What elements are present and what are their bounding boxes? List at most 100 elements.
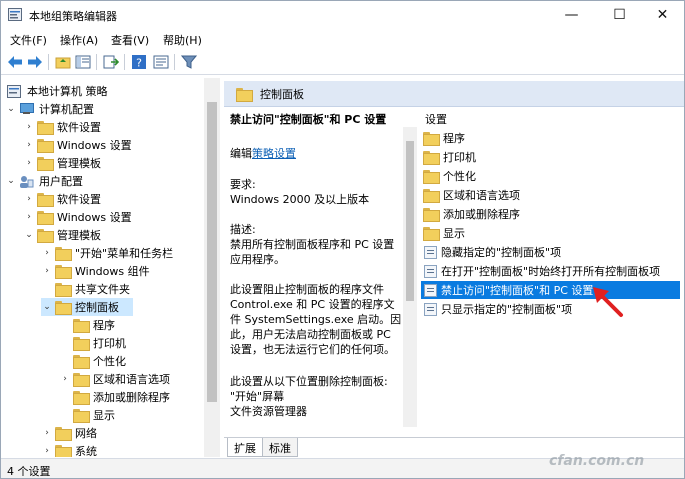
policy-prohibit-control-panel[interactable]: 禁止访问"控制面板"和 PC 设置 [421,281,680,299]
show-hide-tree-button[interactable] [73,52,93,72]
policy-editor-app-icon [8,8,22,21]
tree-item-control-panel[interactable]: ⌄ 控制面板 [41,298,133,316]
minimize-button[interactable]: — [549,1,594,29]
tree-label: 网络 [75,427,97,440]
expand-arrow-icon[interactable]: › [41,266,53,276]
tree-item-software-settings[interactable]: › 软件设置 [23,190,101,208]
tree-item-personalization[interactable]: 个性化 [59,352,126,370]
folder-icon [423,170,440,184]
tree-item-printers[interactable]: 打印机 [59,334,126,352]
settings-folder-personalization[interactable]: 个性化 [421,167,680,185]
expand-arrow-icon[interactable]: › [41,248,53,258]
settings-folder-add-remove[interactable]: 添加或删除程序 [421,205,680,223]
filter-button[interactable] [179,52,199,72]
collapse-arrow-icon[interactable]: ⌄ [41,302,53,312]
tree-item-computer-config[interactable]: ⌄ 计算机配置 [5,100,94,118]
computer-icon [19,102,35,116]
edit-policy-line: 编辑策略设置 [230,147,296,161]
folder-icon [37,120,54,135]
forward-button[interactable] [25,52,45,72]
expand-arrow-icon[interactable]: › [41,428,53,438]
tree-scrollbar[interactable] [204,78,220,457]
setting-label: 程序 [443,132,465,145]
tree-item-windows-settings[interactable]: › Windows 设置 [23,136,132,154]
menu-help[interactable]: 帮助(H) [163,32,202,48]
help-icon: ? [132,55,146,70]
expand-arrow-icon[interactable]: › [23,158,35,168]
policy-hide-specified-items[interactable]: 隐藏指定的"控制面板"项 [421,243,680,261]
tree-item-windows-components[interactable]: › Windows 组件 [41,262,150,280]
expand-arrow-icon[interactable]: › [23,212,35,222]
export-list-button[interactable] [101,52,121,72]
menu-action[interactable]: 操作(A) [60,32,98,48]
tree-label: 软件设置 [57,193,101,206]
menu-file[interactable]: 文件(F) [10,32,47,48]
expand-arrow-icon[interactable]: › [23,140,35,150]
up-level-button[interactable] [53,52,73,72]
tree-item-user-config[interactable]: ⌄ 用户配置 [5,172,83,190]
red-annotation-arrow-icon [593,287,623,317]
tree-label: 管理模板 [57,157,101,170]
tree-item-windows-settings[interactable]: › Windows 设置 [23,208,132,226]
tree-label: Windows 设置 [57,211,132,224]
tree-label: 打印机 [93,337,126,350]
expand-arrow-icon[interactable]: › [41,446,53,456]
show-hide-tree-icon [75,55,91,69]
tree-scrollbar-thumb[interactable] [207,102,217,402]
tree-label: 区域和语言选项 [93,373,170,386]
collapse-arrow-icon[interactable]: ⌄ [5,104,17,114]
policy-always-open-all-items[interactable]: 在打开"控制面板"时始终打开所有控制面板项 [421,262,680,280]
expand-arrow-icon[interactable]: › [23,122,35,132]
expand-arrow-icon[interactable]: › [59,374,71,384]
folder-icon [37,138,54,153]
policy-show-only-specified-items[interactable]: 只显示指定的"控制面板"项 [421,300,680,318]
tree-item-start-menu[interactable]: › "开始"菜单和任务栏 [41,244,173,262]
description-scrollbar[interactable] [403,127,417,427]
setting-label: 区域和语言选项 [443,189,520,202]
tree-item-admin-templates[interactable]: ⌄ 管理模板 [23,226,101,244]
folder-icon [73,372,90,387]
settings-folder-programs[interactable]: 程序 [421,129,680,147]
expand-arrow-icon[interactable]: › [23,194,35,204]
tab-standard[interactable]: 标准 [262,438,298,457]
collapse-arrow-icon[interactable]: ⌄ [5,176,17,186]
tree-item-system[interactable]: › 系统 [41,442,97,457]
edit-policy-link[interactable]: 策略设置 [252,147,296,160]
back-button[interactable] [5,52,25,72]
tree-item-admin-templates[interactable]: › 管理模板 [23,154,101,172]
folder-icon [236,87,253,102]
extra-line: 此设置从以下位置删除控制面板: [230,375,388,388]
tree-root[interactable]: 本地计算机 策略 [5,82,108,100]
tree-item-network[interactable]: › 网络 [41,424,97,442]
local-policy-icon [7,84,23,98]
description-label: 描述: [230,223,256,236]
tree-label: 程序 [93,319,115,332]
tree-item-programs[interactable]: 程序 [59,316,115,334]
tree-item-shared-folders[interactable]: 共享文件夹 [41,280,130,298]
settings-folder-regional[interactable]: 区域和语言选项 [421,186,680,204]
maximize-button[interactable]: ☐ [597,1,642,29]
tree-item-regional-options[interactable]: › 区域和语言选项 [59,370,170,388]
tree-pane[interactable]: 本地计算机 策略 ⌄ 计算机配置 › 软件设置 › Windows 设置 › 管… [1,78,220,457]
folder-icon [423,189,440,203]
policy-setting-icon [424,302,437,316]
requirement-value: Windows 2000 及以上版本 [230,193,370,206]
collapse-arrow-icon[interactable]: ⌄ [23,230,35,240]
tree-item-add-remove-programs[interactable]: 添加或删除程序 [59,388,170,406]
tree-item-software-settings[interactable]: › 软件设置 [23,118,101,136]
policy-title: 禁止访问"控制面板"和 PC 设置 [230,113,387,126]
tree-item-display[interactable]: 显示 [59,406,115,424]
title-bar: 本地组策略编辑器 — ☐ ✕ [1,1,684,29]
window-title: 本地组策略编辑器 [29,10,117,23]
properties-button[interactable] [151,52,171,72]
menu-view[interactable]: 查看(V) [111,32,149,48]
description-scrollbar-thumb[interactable] [406,141,414,301]
settings-folder-printers[interactable]: 打印机 [421,148,680,166]
settings-column-header[interactable]: 设置 [425,111,447,127]
settings-folder-display[interactable]: 显示 [421,224,680,242]
help-button[interactable]: ? [129,52,149,72]
tab-extended[interactable]: 扩展 [227,438,263,457]
svg-text:?: ? [136,57,142,70]
settings-list[interactable]: 设置 程序 打印机 个性化 区域和语言选项 添加或删除程序 显示 隐藏指定的"控… [417,107,682,437]
close-button[interactable]: ✕ [640,1,685,29]
